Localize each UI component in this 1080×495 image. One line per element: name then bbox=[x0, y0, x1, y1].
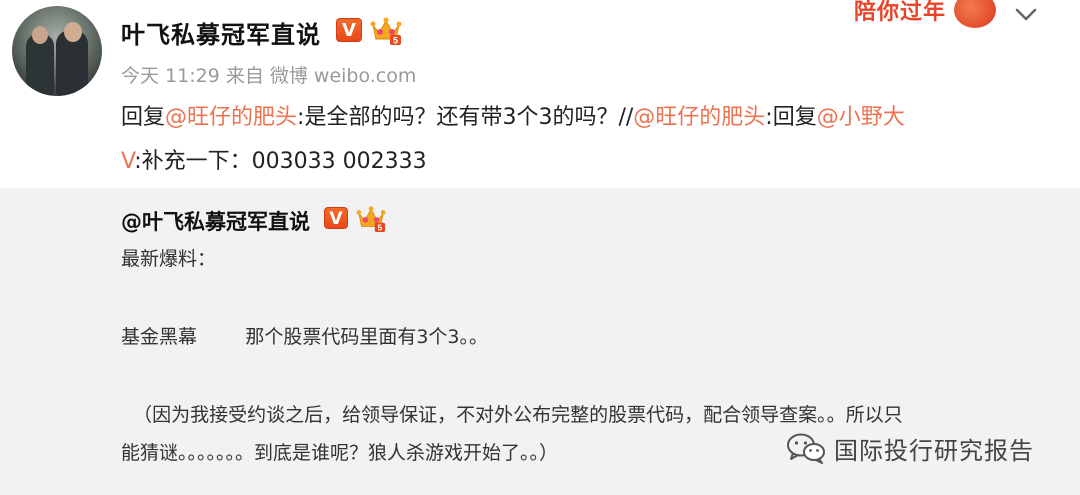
content-text: :回复 bbox=[765, 105, 817, 130]
mention-link[interactable]: @旺仔的肥头 bbox=[165, 105, 297, 130]
avatar[interactable] bbox=[12, 6, 102, 96]
content-text: :补充一下：003033 002333 bbox=[134, 149, 427, 174]
content-text: 回复 bbox=[121, 105, 166, 130]
repost-line: （因为我接受约谈之后，给领导保证，不对外公布完整的股票代码，配合领导查案。。所以… bbox=[121, 404, 903, 426]
weibo-post: 叶飞私募冠军直说 V 5 今天 11:29 来自 微博 weibo.com 回复… bbox=[0, 0, 1080, 188]
watermark-text: 国际投行研究报告 bbox=[834, 436, 1034, 465]
banner-text: 陪你过年 bbox=[854, 0, 947, 25]
watermark: 国际投行研究报告 bbox=[786, 430, 1034, 466]
ornament-icon bbox=[954, 0, 996, 28]
crown-icon: 5 bbox=[370, 17, 402, 46]
v-badge-icon: V bbox=[324, 207, 348, 229]
v-badge-icon: V bbox=[336, 18, 362, 42]
crown-icon: 5 bbox=[356, 206, 386, 232]
post-content: 回复@旺仔的肥头:是全部的吗？还有带3个3的吗？//@旺仔的肥头:回复@小野大 V… bbox=[121, 96, 1041, 184]
svg-text:5: 5 bbox=[393, 36, 398, 46]
author-name[interactable]: 叶飞私募冠军直说 bbox=[121, 15, 321, 50]
content-text: :是全部的吗？还有带3个3的吗？// bbox=[297, 105, 634, 130]
wechat-icon bbox=[787, 433, 825, 464]
post-meta: 今天 11:29 来自 微博 weibo.com bbox=[121, 65, 417, 87]
chevron-down-icon[interactable] bbox=[1012, 3, 1040, 25]
repost-line: 最新爆料： bbox=[121, 248, 217, 270]
new-year-banner[interactable]: 陪你过年 bbox=[854, 0, 1004, 28]
mention-link[interactable]: @小野大 bbox=[817, 105, 905, 130]
repost-author[interactable]: @叶飞私募冠军直说 bbox=[121, 206, 310, 236]
mention-link-cont[interactable]: V bbox=[121, 149, 134, 174]
svg-text:5: 5 bbox=[378, 223, 383, 232]
mention-link[interactable]: @旺仔的肥头 bbox=[633, 105, 765, 130]
repost-line: 基金黑幕 那个股票代码里面有3个3。。 bbox=[121, 326, 488, 348]
repost-line: 能猜谜。。。。。。。到底是谁呢？狼人杀游戏开始了。。） bbox=[121, 442, 559, 464]
